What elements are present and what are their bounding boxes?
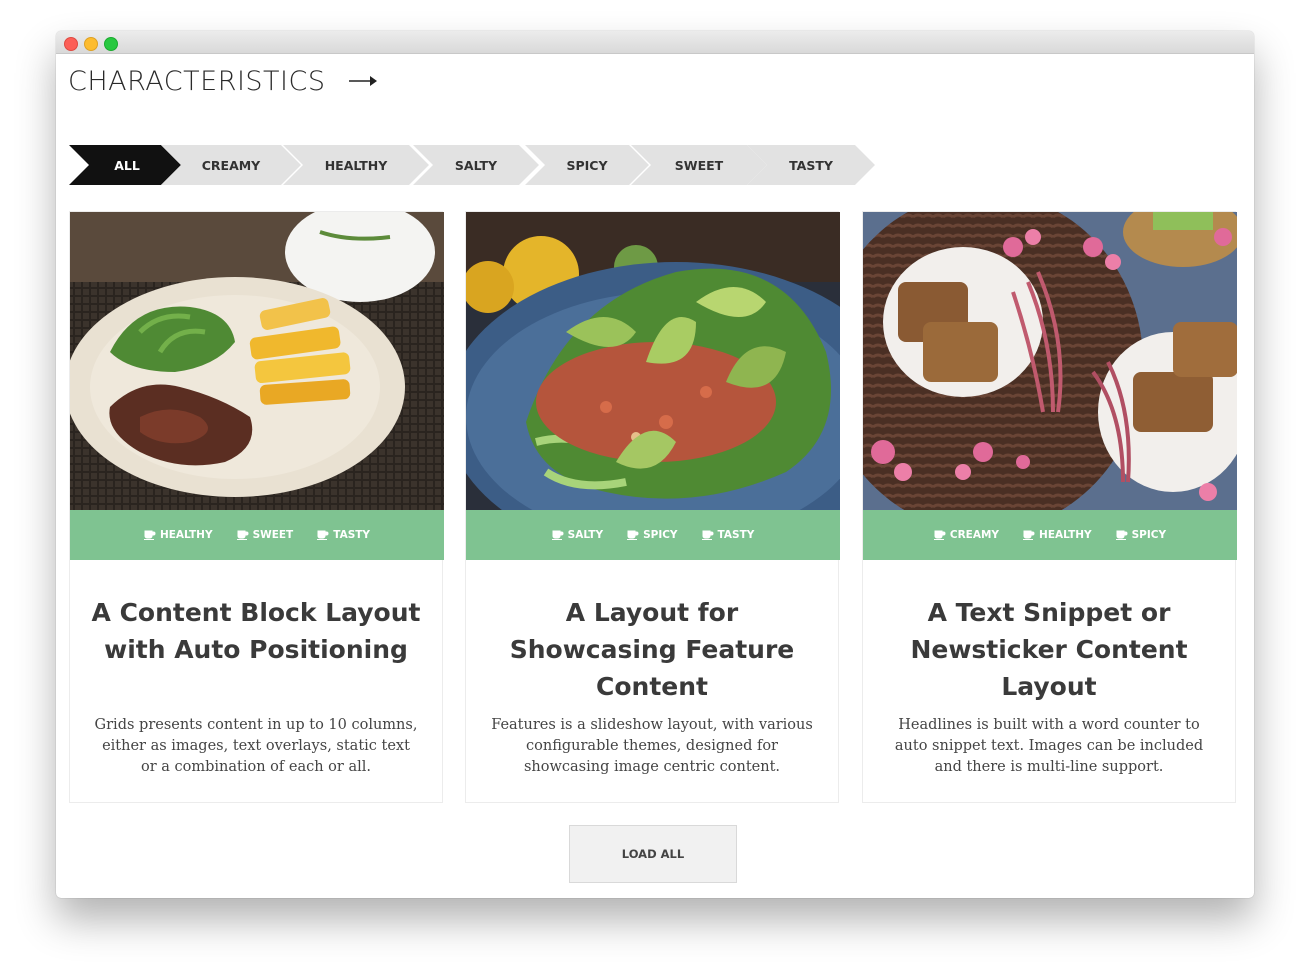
card-image-steak-plate[interactable] bbox=[70, 212, 444, 510]
tag-label: SPICY bbox=[643, 529, 678, 541]
minimize-window-button[interactable] bbox=[84, 37, 98, 51]
coffee-cup-icon bbox=[933, 530, 946, 540]
content-card[interactable]: CREAMY HEALTHY SPICY A Text Snippet or N… bbox=[862, 211, 1237, 803]
filter-label: HEALTHY bbox=[324, 157, 388, 173]
filter-label: TASTY bbox=[789, 157, 833, 173]
page-title: CHARACTERISTICS bbox=[68, 65, 326, 97]
tag-tasty[interactable]: TASTY bbox=[701, 529, 755, 541]
tag-label: SWEET bbox=[252, 529, 294, 541]
tag-spicy[interactable]: SPICY bbox=[1115, 529, 1167, 541]
filter-label: SPICY bbox=[566, 157, 608, 173]
tag-bar: SALTY SPICY TASTY bbox=[466, 510, 840, 560]
coffee-cup-icon bbox=[1023, 530, 1035, 540]
coffee-cup-icon bbox=[701, 530, 714, 540]
filter-healthy[interactable]: HEALTHY bbox=[283, 145, 429, 185]
filter-label: CREAMY bbox=[201, 157, 261, 173]
arrow-right-icon[interactable] bbox=[348, 73, 378, 89]
tag-sweet[interactable]: SWEET bbox=[236, 529, 294, 541]
tag-label: CREAMY bbox=[949, 529, 1000, 541]
section-header: CHARACTERISTICS bbox=[68, 61, 378, 101]
card-image-rhubarb-cake[interactable] bbox=[863, 212, 1237, 510]
tag-spicy[interactable]: SPICY bbox=[627, 529, 678, 541]
card-title[interactable]: A Content Block Layout with Auto Positio… bbox=[90, 594, 422, 668]
coffee-cup-icon bbox=[551, 530, 564, 540]
browser-window: CHARACTERISTICS ALL CREAMY HEALTHY SALTY… bbox=[56, 31, 1254, 898]
filter-all[interactable]: ALL bbox=[69, 145, 181, 185]
tag-healthy[interactable]: HEALTHY bbox=[143, 529, 213, 541]
card-description: Headlines is built with a word counter t… bbox=[894, 717, 1204, 775]
card-description: Features is a slideshow layout, with var… bbox=[491, 717, 813, 775]
filter-sweet[interactable]: SWEET bbox=[631, 145, 767, 185]
tag-label: SPICY bbox=[1131, 529, 1167, 541]
tag-label: TASTY bbox=[333, 529, 371, 541]
window-titlebar bbox=[56, 31, 1254, 54]
content-card[interactable]: HEALTHY SWEET TASTY A Content Block Layo… bbox=[69, 211, 444, 803]
content-card[interactable]: SALTY SPICY TASTY A Layout for Showcasin… bbox=[465, 211, 840, 803]
maximize-window-button[interactable] bbox=[104, 37, 118, 51]
filter-creamy[interactable]: CREAMY bbox=[161, 145, 301, 185]
filter-label: ALL bbox=[114, 157, 140, 173]
tag-tasty[interactable]: TASTY bbox=[317, 529, 370, 541]
coffee-cup-icon bbox=[143, 530, 156, 540]
coffee-cup-icon bbox=[1115, 530, 1128, 540]
card-image-avocado-salad[interactable] bbox=[466, 212, 840, 510]
filter-salty[interactable]: SALTY bbox=[413, 145, 539, 185]
filter-label: SALTY bbox=[454, 157, 498, 173]
filter-spicy[interactable]: SPICY bbox=[525, 145, 649, 185]
tag-label: TASTY bbox=[717, 529, 755, 541]
tag-creamy[interactable]: CREAMY bbox=[933, 529, 1000, 541]
coffee-cup-icon bbox=[627, 530, 639, 540]
tag-bar: CREAMY HEALTHY SPICY bbox=[863, 510, 1237, 560]
tag-salty[interactable]: SALTY bbox=[551, 529, 604, 541]
filter-label: SWEET bbox=[674, 157, 724, 173]
card-title[interactable]: A Text Snippet or Newsticker Content Lay… bbox=[883, 594, 1215, 705]
coffee-cup-icon bbox=[317, 530, 329, 540]
card-title[interactable]: A Layout for Showcasing Feature Content bbox=[486, 594, 818, 705]
tag-bar: HEALTHY SWEET TASTY bbox=[70, 510, 444, 560]
tag-label: HEALTHY bbox=[1039, 529, 1092, 541]
tag-label: HEALTHY bbox=[159, 529, 213, 541]
tag-label: SALTY bbox=[567, 529, 604, 541]
coffee-cup-icon bbox=[236, 530, 249, 540]
close-window-button[interactable] bbox=[64, 37, 78, 51]
card-description: Grids presents content in up to 10 colum… bbox=[94, 717, 418, 775]
load-all-button[interactable]: LOAD ALL bbox=[569, 825, 737, 883]
tag-healthy[interactable]: HEALTHY bbox=[1023, 529, 1092, 541]
